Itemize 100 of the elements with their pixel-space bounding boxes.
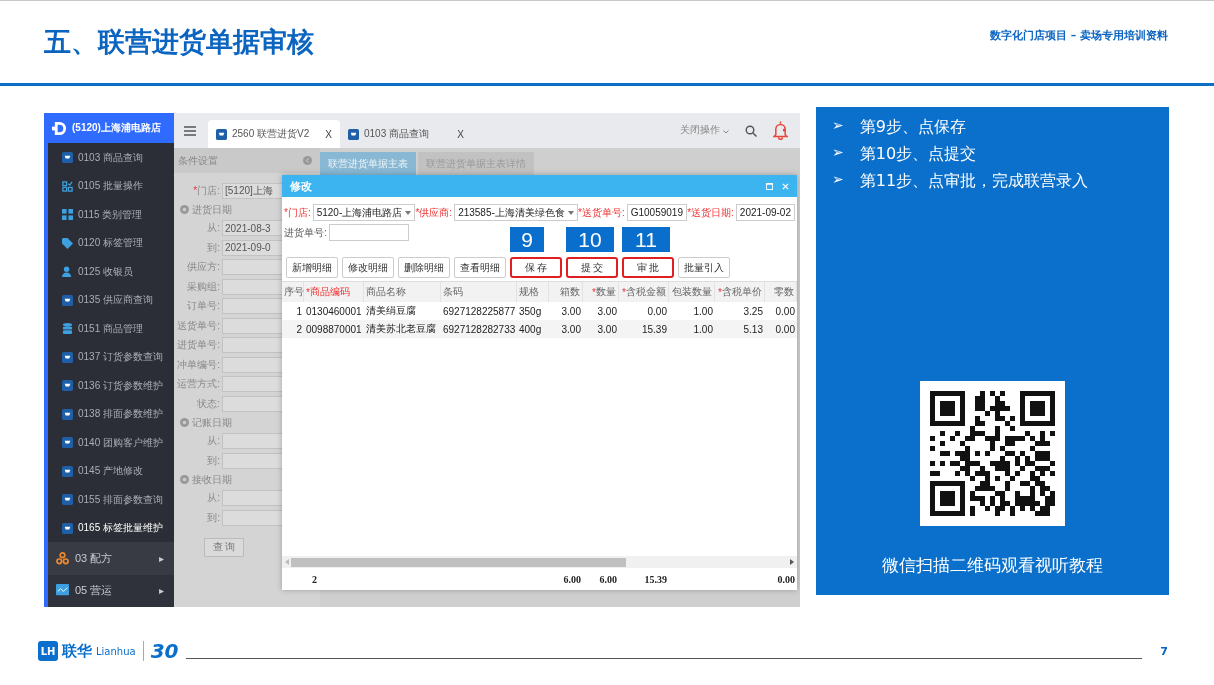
menu-item[interactable]: 0105 批量操作: [48, 171, 174, 201]
menu-item[interactable]: 0151 商品管理: [48, 314, 174, 343]
table-cell-text: 3.25: [742, 305, 764, 317]
caret-icon: [405, 210, 412, 215]
app-tab[interactable]: 2560 联营进货V2 X: [208, 120, 340, 148]
menu-item[interactable]: 0125 收银员: [48, 257, 174, 286]
table-cell-text: 1: [295, 305, 303, 317]
cart-icon: [62, 351, 73, 363]
column-header: 规格: [517, 282, 549, 302]
column-header: *商品编码: [304, 282, 364, 302]
logo-mark: LH: [38, 641, 58, 661]
total-cell: 2: [312, 573, 317, 585]
input-field[interactable]: 2021-09-02: [735, 204, 795, 221]
total-cell: 0.00: [777, 573, 795, 585]
maximize-icon[interactable]: [766, 182, 773, 190]
cart-icon: [348, 128, 359, 140]
dialog-button[interactable]: 修改明细: [342, 257, 394, 278]
close-tab-button[interactable]: X: [457, 128, 464, 140]
dialog-button[interactable]: 查看明细: [454, 257, 506, 278]
table-cell-text: 0.00: [646, 305, 668, 317]
bullet-icon: ➢: [832, 117, 844, 138]
tiles-icon: [62, 209, 73, 221]
total-cell: 6.00: [599, 573, 617, 585]
dialog-button[interactable]: 删除明细: [398, 257, 450, 278]
field-label: 订单号:: [186, 299, 220, 314]
step-text: 第10步、点提交: [859, 144, 977, 165]
cart-icon: [62, 465, 73, 477]
qr-caption: 微信扫描二维码观看视听教程: [882, 554, 1103, 577]
menu-item[interactable]: 0138 排面参数维护: [48, 399, 174, 429]
table-cell-text: 0098870001: [305, 323, 363, 335]
field-label: 冲单编号:: [176, 357, 220, 372]
menu-item[interactable]: 0136 订货参数维护: [48, 371, 174, 400]
column-header: *含税单价: [715, 282, 765, 302]
field-label: 采购组:: [186, 279, 220, 294]
column-header: *数量: [583, 282, 619, 302]
bell-icon[interactable]: [773, 120, 788, 140]
scroll-left-icon[interactable]: [285, 559, 289, 565]
menu-item[interactable]: 0103 商品查询: [48, 143, 174, 172]
step-number: 10: [566, 227, 614, 252]
dialog-button[interactable]: 批量引入: [678, 257, 730, 278]
menu-item[interactable]: 0140 团购客户维护: [48, 428, 174, 457]
step-text: 第11步、点审批，完成联营录入: [859, 171, 1089, 192]
dialog-button[interactable]: 保 存: [510, 257, 562, 278]
table-cell-text: 6927128225877: [442, 305, 517, 317]
menu-item[interactable]: 0115 类别管理: [48, 200, 174, 229]
dialog-button[interactable]: 审 批: [622, 257, 674, 278]
select-field[interactable]: 213585-上海清美绿色食: [454, 204, 578, 221]
scrollbar[interactable]: [282, 556, 797, 568]
input-field[interactable]: G10059019: [626, 204, 687, 221]
menu-item[interactable]: 0120 标签管理: [48, 228, 174, 258]
field-label: 从:: [206, 434, 220, 449]
field-label: *送货单号:: [578, 205, 625, 220]
radio-icon[interactable]: [180, 475, 189, 484]
anniversary-mark: 30: [150, 639, 179, 663]
field-label: 从:: [206, 491, 220, 506]
table-cell-text: 清美苏北老豆腐: [365, 322, 437, 336]
menu-item[interactable]: 0165 标签批量维护: [48, 513, 174, 543]
collapse-icon[interactable]: [303, 156, 312, 165]
field-label: 送货单号:: [176, 318, 220, 333]
table-cell-text: 6927128282733: [442, 323, 517, 335]
menu-item[interactable]: 0135 供应商查询: [48, 285, 174, 315]
menu-item[interactable]: 0145 产地修改: [48, 456, 174, 486]
app-tab[interactable]: 0103 商品查询 X: [340, 120, 472, 148]
table-cell-text: 1.00: [692, 323, 714, 335]
menu-item[interactable]: 0137 订货参数查询: [48, 342, 174, 372]
menu-group[interactable]: 05 营运 ▸: [48, 574, 174, 607]
menu-item[interactable]: 0155 排面参数查询: [48, 485, 174, 514]
menu-group[interactable]: 03 配方 ▸: [48, 542, 174, 575]
query-button[interactable]: 查 询: [204, 537, 244, 557]
step-number: 11: [622, 227, 670, 252]
input-field[interactable]: [328, 224, 409, 241]
section-label: 记账日期: [192, 415, 232, 430]
field-label: 到:: [206, 240, 220, 255]
search-icon[interactable]: [745, 125, 757, 137]
select-field[interactable]: 5120-上海浦电路店: [312, 204, 416, 221]
field-label: 进货单号:: [176, 338, 220, 353]
slide-subtitle: 数字化门店项目 – 卖场专用培训资料: [989, 27, 1168, 43]
logo-latin: Lianhua: [96, 645, 136, 657]
scroll-right-icon[interactable]: [790, 559, 794, 565]
menu-icon[interactable]: [184, 126, 196, 136]
radio-icon[interactable]: [180, 205, 189, 214]
logo-icon: [52, 119, 67, 137]
table-cell-text: 15.39: [640, 323, 668, 335]
column-header: 序号: [282, 282, 304, 302]
close-icon[interactable]: [782, 182, 789, 190]
bullet-icon: ➢: [832, 171, 844, 192]
close-tab-button[interactable]: X: [325, 128, 332, 140]
chevron-icon: [723, 130, 729, 134]
field-label: 从:: [206, 221, 220, 236]
field-label: 状态:: [196, 396, 220, 411]
field-label: *门店:: [284, 205, 311, 220]
dialog-button[interactable]: 新增明细: [286, 257, 338, 278]
total-cell: 15.39: [644, 573, 667, 585]
column-header: 商品名称: [364, 282, 441, 302]
logo-name: 联华: [62, 641, 92, 661]
dialog-button[interactable]: 提 交: [566, 257, 618, 278]
table-cell-text: 1.00: [692, 305, 714, 317]
cart-icon: [62, 408, 73, 420]
radio-icon[interactable]: [180, 418, 189, 427]
section-label: 接收日期: [192, 472, 232, 487]
